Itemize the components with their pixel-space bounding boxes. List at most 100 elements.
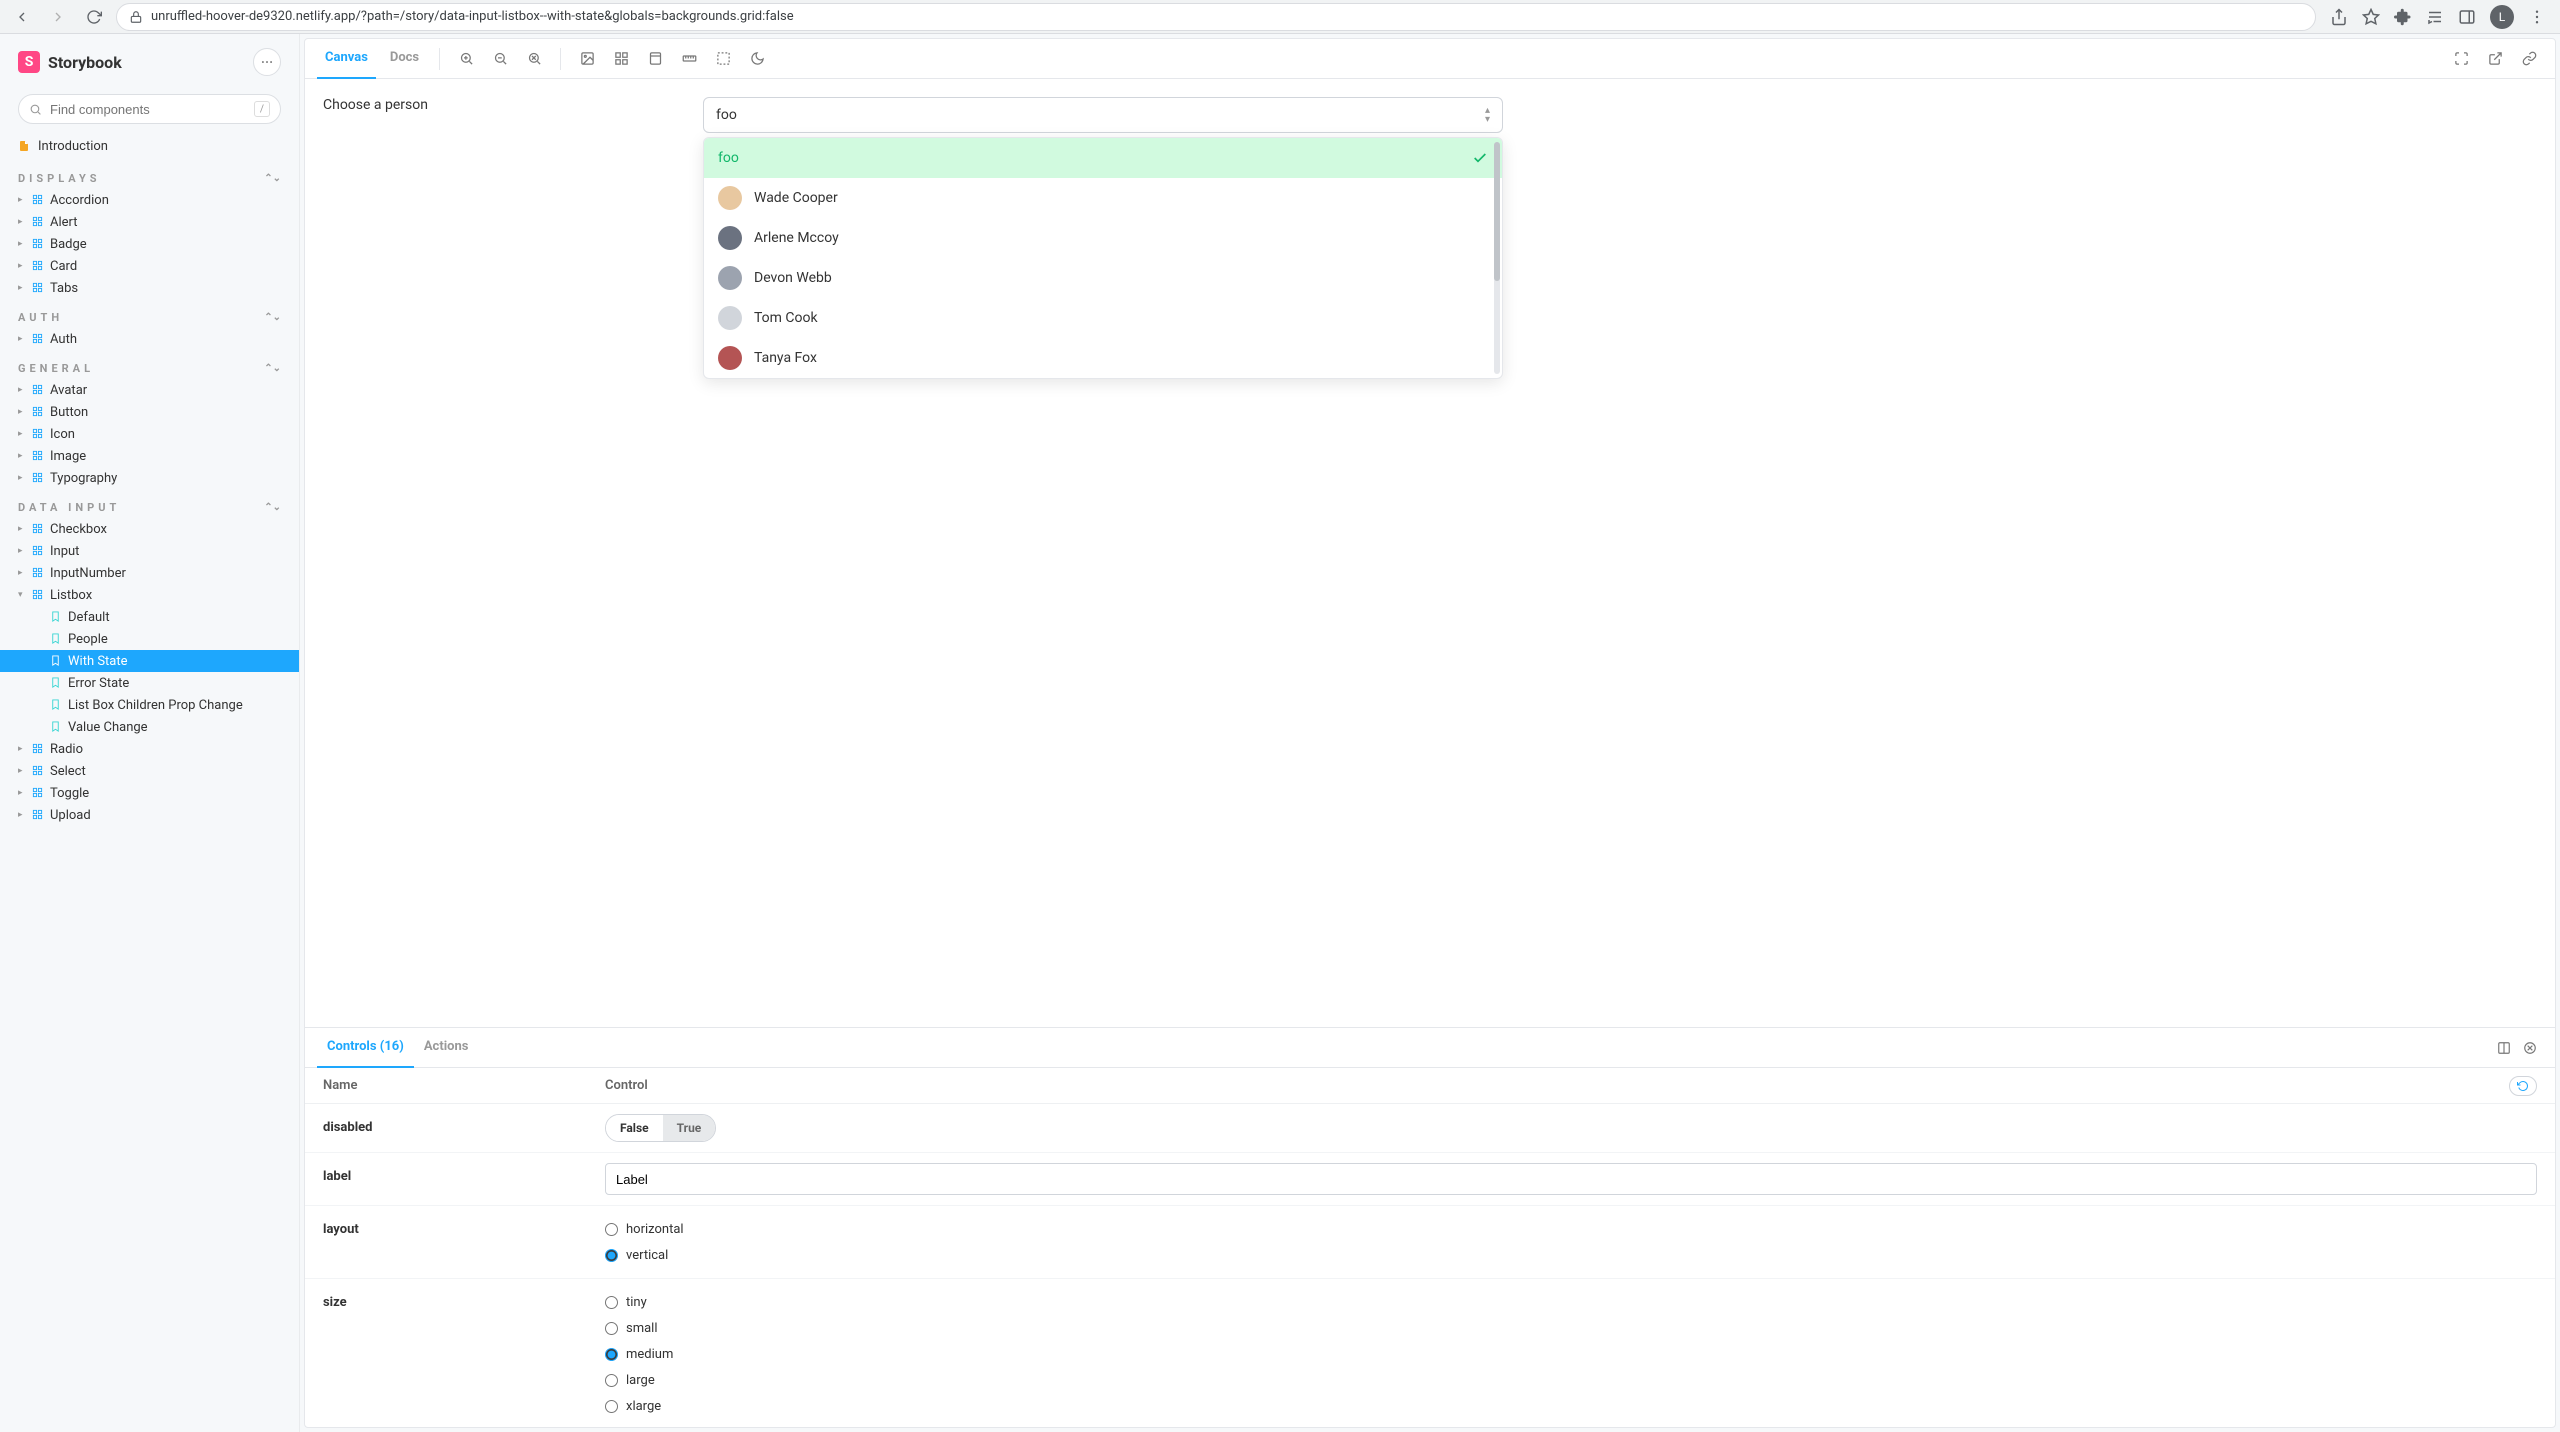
sidebar-item-typography[interactable]: ▸Typography bbox=[0, 467, 299, 489]
sidepanel-icon[interactable] bbox=[2458, 8, 2476, 26]
caret-icon: ▸ bbox=[18, 473, 26, 483]
sidebar: S Storybook / Introduction DISPLAYS ⌃⌄ ▸… bbox=[0, 34, 300, 1432]
expand-collapse-icon[interactable]: ⌃⌄ bbox=[264, 363, 281, 374]
addon-tab-controls[interactable]: Controls (16) bbox=[317, 1028, 414, 1068]
sidebar-item-upload[interactable]: ▸Upload bbox=[0, 804, 299, 826]
open-new-tab-icon[interactable] bbox=[2481, 45, 2509, 73]
bookmark-star-icon[interactable] bbox=[2362, 8, 2380, 26]
radio-option-horizontal[interactable]: horizontal bbox=[605, 1216, 2537, 1242]
zoom-out-icon[interactable] bbox=[486, 45, 514, 73]
sidebar-story-children-prop-change[interactable]: List Box Children Prop Change bbox=[0, 694, 299, 716]
listbox-scrollbar[interactable] bbox=[1494, 142, 1500, 374]
sidebar-item-alert[interactable]: ▸Alert bbox=[0, 211, 299, 233]
sidebar-item-tabs[interactable]: ▸Tabs bbox=[0, 277, 299, 299]
toggle-true[interactable]: True bbox=[663, 1115, 716, 1141]
sidebar-section-displays[interactable]: DISPLAYS ⌃⌄ bbox=[0, 160, 299, 189]
sidebar-item-avatar[interactable]: ▸Avatar bbox=[0, 379, 299, 401]
extensions-icon[interactable] bbox=[2394, 8, 2412, 26]
address-bar[interactable]: unruffled-hoover-de9320.netlify.app/?pat… bbox=[116, 3, 2316, 31]
expand-collapse-icon[interactable]: ⌃⌄ bbox=[264, 502, 281, 513]
controls-reset-button[interactable] bbox=[2509, 1076, 2537, 1096]
toolbar-separator bbox=[560, 48, 561, 70]
sidebar-item-image[interactable]: ▸Image bbox=[0, 445, 299, 467]
sidebar-section-auth[interactable]: AUTH ⌃⌄ bbox=[0, 299, 299, 328]
profile-avatar[interactable]: L bbox=[2490, 5, 2514, 29]
listbox-option[interactable]: Arlene Mccoy bbox=[704, 218, 1502, 258]
tab-docs[interactable]: Docs bbox=[382, 39, 427, 79]
sidebar-item-auth[interactable]: ▸Auth bbox=[0, 328, 299, 350]
sidebar-section-data-input[interactable]: DATA INPUT ⌃⌄ bbox=[0, 489, 299, 518]
check-icon bbox=[1472, 150, 1488, 166]
sidebar-item-listbox[interactable]: ▾Listbox bbox=[0, 584, 299, 606]
component-icon bbox=[32, 545, 44, 557]
sidebar-story-people[interactable]: People bbox=[0, 628, 299, 650]
sidebar-search[interactable]: / bbox=[18, 94, 281, 124]
toggle-false[interactable]: False bbox=[606, 1115, 663, 1141]
story-icon bbox=[50, 699, 62, 711]
share-icon[interactable] bbox=[2330, 8, 2348, 26]
listbox-option[interactable]: Wade Cooper bbox=[704, 178, 1502, 218]
zoom-in-icon[interactable] bbox=[452, 45, 480, 73]
sidebar-item-toggle[interactable]: ▸Toggle bbox=[0, 782, 299, 804]
sidebar-item-input[interactable]: ▸Input bbox=[0, 540, 299, 562]
listbox-option[interactable]: Tom Cook bbox=[704, 298, 1502, 338]
sidebar-item-label: Introduction bbox=[38, 139, 108, 154]
zoom-reset-icon[interactable] bbox=[520, 45, 548, 73]
sidebar-item-radio[interactable]: ▸Radio bbox=[0, 738, 299, 760]
text-input-label[interactable] bbox=[605, 1163, 2537, 1195]
measure-icon[interactable] bbox=[675, 45, 703, 73]
sidebar-item-accordion[interactable]: ▸Accordion bbox=[0, 189, 299, 211]
addon-orientation-icon[interactable] bbox=[2491, 1035, 2517, 1061]
outline-icon[interactable] bbox=[709, 45, 737, 73]
scrollbar-thumb[interactable] bbox=[1494, 142, 1500, 281]
addon-close-icon[interactable] bbox=[2517, 1035, 2543, 1061]
sidebar-story-default[interactable]: Default bbox=[0, 606, 299, 628]
expand-collapse-icon[interactable]: ⌃⌄ bbox=[264, 173, 281, 184]
reload-button[interactable] bbox=[80, 3, 108, 31]
caret-icon: ▸ bbox=[18, 217, 26, 227]
addon-tab-actions[interactable]: Actions bbox=[414, 1028, 479, 1068]
listbox-button[interactable]: foo ▴▾ bbox=[703, 97, 1503, 133]
radio-option-tiny[interactable]: tiny bbox=[605, 1289, 2537, 1315]
dark-mode-icon[interactable] bbox=[743, 45, 771, 73]
storybook-logo[interactable]: S Storybook bbox=[18, 51, 122, 73]
grid-icon[interactable] bbox=[607, 45, 635, 73]
sidebar-section-general[interactable]: GENERAL ⌃⌄ bbox=[0, 350, 299, 379]
forward-button[interactable] bbox=[44, 3, 72, 31]
caret-icon: ▸ bbox=[18, 744, 26, 754]
boolean-toggle-disabled[interactable]: False True bbox=[605, 1114, 716, 1142]
reading-list-icon[interactable] bbox=[2426, 8, 2444, 26]
sidebar-item-badge[interactable]: ▸Badge bbox=[0, 233, 299, 255]
listbox-option[interactable]: Devon Webb bbox=[704, 258, 1502, 298]
sidebar-item-introduction[interactable]: Introduction bbox=[0, 132, 299, 160]
sidebar-story-with-state[interactable]: With State bbox=[0, 650, 299, 672]
caret-icon: ▸ bbox=[18, 524, 26, 534]
sidebar-story-error-state[interactable]: Error State bbox=[0, 672, 299, 694]
sidebar-item-select[interactable]: ▸Select bbox=[0, 760, 299, 782]
listbox-option[interactable]: Tanya Fox bbox=[704, 338, 1502, 378]
sidebar-story-value-change[interactable]: Value Change bbox=[0, 716, 299, 738]
option-label: Arlene Mccoy bbox=[754, 230, 839, 246]
expand-collapse-icon[interactable]: ⌃⌄ bbox=[264, 312, 281, 323]
radio-option-medium[interactable]: medium bbox=[605, 1341, 2537, 1367]
sidebar-item-icon[interactable]: ▸Icon bbox=[0, 423, 299, 445]
sidebar-item-checkbox[interactable]: ▸Checkbox bbox=[0, 518, 299, 540]
fullscreen-icon[interactable] bbox=[2447, 45, 2475, 73]
viewport-icon[interactable] bbox=[641, 45, 669, 73]
back-button[interactable] bbox=[8, 3, 36, 31]
radio-option-xlarge[interactable]: xlarge bbox=[605, 1393, 2537, 1419]
kebab-menu-icon[interactable] bbox=[2528, 8, 2546, 26]
avatar bbox=[718, 186, 742, 210]
sidebar-item-button[interactable]: ▸Button bbox=[0, 401, 299, 423]
radio-option-vertical[interactable]: vertical bbox=[605, 1242, 2537, 1268]
background-icon[interactable] bbox=[573, 45, 601, 73]
sidebar-more-button[interactable] bbox=[253, 48, 281, 76]
radio-option-large[interactable]: large bbox=[605, 1367, 2537, 1393]
search-input[interactable] bbox=[50, 102, 246, 117]
radio-option-small[interactable]: small bbox=[605, 1315, 2537, 1341]
listbox-option-selected[interactable]: foo bbox=[704, 138, 1502, 178]
sidebar-item-card[interactable]: ▸Card bbox=[0, 255, 299, 277]
sidebar-item-inputnumber[interactable]: ▸InputNumber bbox=[0, 562, 299, 584]
tab-canvas[interactable]: Canvas bbox=[317, 39, 376, 79]
copy-link-icon[interactable] bbox=[2515, 45, 2543, 73]
